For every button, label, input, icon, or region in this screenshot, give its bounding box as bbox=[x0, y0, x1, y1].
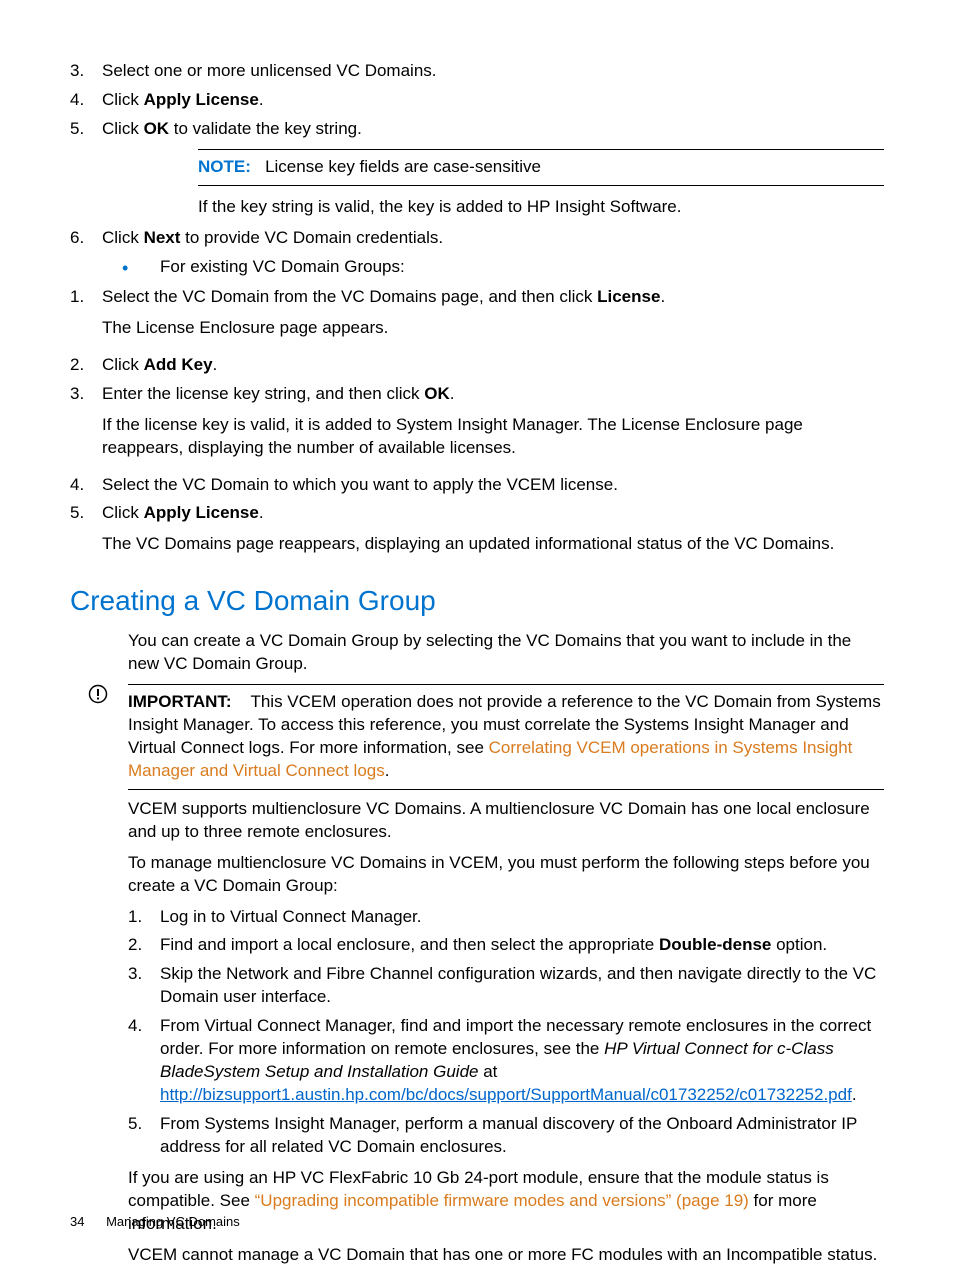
item-number: 2. bbox=[70, 354, 102, 377]
sub-paragraph: The VC Domains page reappears, displayin… bbox=[102, 533, 884, 556]
item-number: 4. bbox=[128, 1015, 160, 1107]
paragraph: If you are using an HP VC FlexFabric 10 … bbox=[128, 1167, 884, 1236]
item-text: Enter the license key string, and then c… bbox=[102, 383, 884, 468]
body-block: VCEM supports multienclosure VC Domains.… bbox=[128, 798, 884, 1267]
sub-paragraph: If the license key is valid, it is added… bbox=[102, 414, 884, 460]
paragraph: If the key string is valid, the key is a… bbox=[198, 196, 884, 219]
important-row: IMPORTANT: This VCEM operation does not … bbox=[88, 684, 884, 790]
item-number: 5. bbox=[70, 118, 102, 141]
item-number: 3. bbox=[70, 383, 102, 468]
bullet-item: • For existing VC Domain Groups: bbox=[122, 256, 884, 280]
note-box: NOTE: License key fields are case-sensit… bbox=[198, 149, 884, 186]
sub-paragraph: The License Enclosure page appears. bbox=[102, 317, 884, 340]
footer-title: Managing VC Domains bbox=[106, 1214, 240, 1229]
paragraph: VCEM cannot manage a VC Domain that has … bbox=[128, 1244, 884, 1267]
list-item: 4. From Virtual Connect Manager, find an… bbox=[128, 1015, 884, 1107]
paragraph: To manage multienclosure VC Domains in V… bbox=[128, 852, 884, 898]
item-number: 2. bbox=[128, 934, 160, 957]
item-number: 5. bbox=[128, 1113, 160, 1159]
list-item: 5. Click Apply License. The VC Domains p… bbox=[70, 502, 884, 564]
paragraph: VCEM supports multienclosure VC Domains.… bbox=[128, 798, 884, 844]
item-text: From Systems Insight Manager, perform a … bbox=[160, 1113, 884, 1159]
item-number: 1. bbox=[70, 286, 102, 348]
item-text: Select the VC Domain to which you want t… bbox=[102, 474, 884, 497]
item-number: 5. bbox=[70, 502, 102, 564]
list-item: 4. Click Apply License. bbox=[70, 89, 884, 112]
ordered-list-existing: 1. Select the VC Domain from the VC Doma… bbox=[70, 286, 884, 564]
item-text: Log in to Virtual Connect Manager. bbox=[160, 906, 884, 929]
ordered-list-steps: 1. Log in to Virtual Connect Manager. 2.… bbox=[128, 906, 884, 1159]
item-text: Find and import a local enclosure, and t… bbox=[160, 934, 884, 957]
item-text: Skip the Network and Fibre Channel confi… bbox=[160, 963, 884, 1009]
note-container: NOTE: License key fields are case-sensit… bbox=[198, 149, 884, 219]
xref-link[interactable]: “Upgrading incompatible firmware modes a… bbox=[255, 1191, 749, 1210]
important-box: IMPORTANT: This VCEM operation does not … bbox=[128, 684, 884, 790]
item-text: Click Apply License. bbox=[102, 89, 884, 112]
body-block: You can create a VC Domain Group by sele… bbox=[128, 630, 884, 676]
item-text: Click Add Key. bbox=[102, 354, 884, 377]
ordered-list-top: 3. Select one or more unlicensed VC Doma… bbox=[70, 60, 884, 141]
item-text: Click Apply License. The VC Domains page… bbox=[102, 502, 884, 564]
list-item: 6. Click Next to provide VC Domain crede… bbox=[70, 227, 884, 250]
list-item: 3. Enter the license key string, and the… bbox=[70, 383, 884, 468]
note-text: License key fields are case-sensitive bbox=[265, 157, 541, 176]
item-number: 6. bbox=[70, 227, 102, 250]
list-item: 1. Select the VC Domain from the VC Doma… bbox=[70, 286, 884, 348]
item-number: 4. bbox=[70, 474, 102, 497]
list-item: 5. From Systems Insight Manager, perform… bbox=[128, 1113, 884, 1159]
list-item: 1. Log in to Virtual Connect Manager. bbox=[128, 906, 884, 929]
external-link[interactable]: http://bizsupport1.austin.hp.com/bc/docs… bbox=[160, 1085, 852, 1104]
item-text: Click Next to provide VC Domain credenti… bbox=[102, 227, 884, 250]
list-item: 5. Click OK to validate the key string. bbox=[70, 118, 884, 141]
list-item: 3. Select one or more unlicensed VC Doma… bbox=[70, 60, 884, 83]
important-label: IMPORTANT: bbox=[128, 692, 232, 711]
item-number: 4. bbox=[70, 89, 102, 112]
item-number: 3. bbox=[70, 60, 102, 83]
item-text: Select one or more unlicensed VC Domains… bbox=[102, 60, 884, 83]
item-number: 3. bbox=[128, 963, 160, 1009]
list-item: 2. Click Add Key. bbox=[70, 354, 884, 377]
list-item: 2. Find and import a local enclosure, an… bbox=[128, 934, 884, 957]
bullet-icon: • bbox=[122, 256, 160, 280]
item-number: 1. bbox=[128, 906, 160, 929]
list-item: 3. Skip the Network and Fibre Channel co… bbox=[128, 963, 884, 1009]
paragraph: You can create a VC Domain Group by sele… bbox=[128, 630, 884, 676]
page-footer: 34 Managing VC Domains bbox=[70, 1213, 240, 1231]
item-text: From Virtual Connect Manager, find and i… bbox=[160, 1015, 884, 1107]
item-text: Click OK to validate the key string. bbox=[102, 118, 884, 141]
bullet-text: For existing VC Domain Groups: bbox=[160, 256, 405, 280]
ordered-list-top-cont: 6. Click Next to provide VC Domain crede… bbox=[70, 227, 884, 250]
note-label: NOTE: bbox=[198, 157, 251, 176]
list-item: 4. Select the VC Domain to which you wan… bbox=[70, 474, 884, 497]
page-number: 34 bbox=[70, 1214, 84, 1229]
important-icon bbox=[88, 684, 128, 790]
section-heading: Creating a VC Domain Group bbox=[70, 582, 884, 620]
item-text: Select the VC Domain from the VC Domains… bbox=[102, 286, 884, 348]
